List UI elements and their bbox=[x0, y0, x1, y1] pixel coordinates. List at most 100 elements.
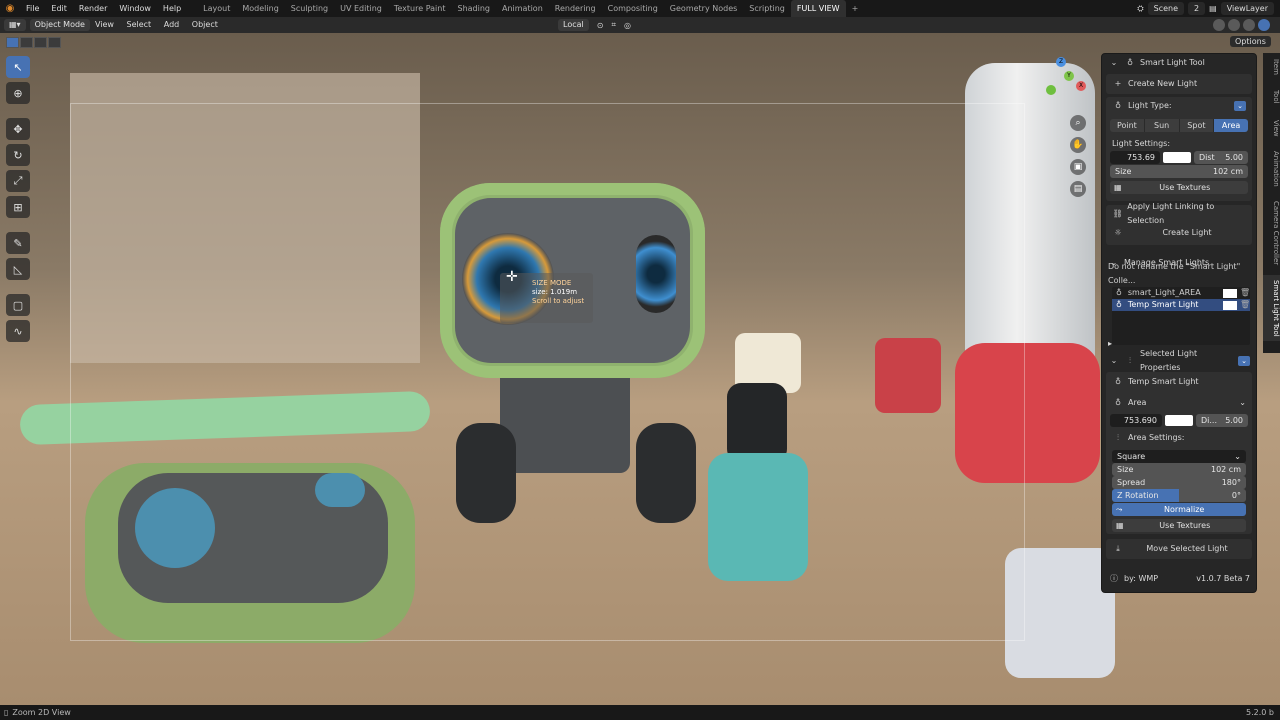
curve-tool-icon[interactable]: ∿ bbox=[6, 320, 30, 342]
menu-file[interactable]: File bbox=[20, 0, 45, 17]
select-invert-icon[interactable] bbox=[48, 37, 61, 48]
light-type-sun[interactable]: Sun bbox=[1144, 119, 1180, 132]
mode-dropdown[interactable]: Object Mode bbox=[29, 19, 90, 31]
select-extend-icon[interactable] bbox=[20, 37, 33, 48]
use-textures-button-2[interactable]: ▦ Use Textures bbox=[1112, 519, 1246, 532]
select-subtract-icon[interactable] bbox=[34, 37, 47, 48]
light-type-point[interactable]: Point bbox=[1110, 119, 1145, 132]
size-field[interactable]: Size 102 cm bbox=[1110, 165, 1248, 178]
area-size-field[interactable]: Size 102 cm bbox=[1112, 463, 1246, 476]
selected-dist-field[interactable]: Di... 5.00 bbox=[1196, 414, 1248, 427]
rendered-shading-icon[interactable] bbox=[1258, 19, 1270, 31]
list-item[interactable]: ♁ smart_Light_AREA 🗑 bbox=[1112, 287, 1250, 299]
tab-layout[interactable]: Layout bbox=[197, 0, 236, 17]
chevron-down-icon[interactable]: ⌄ bbox=[1238, 356, 1250, 366]
gizmo-y-icon[interactable]: Y bbox=[1064, 71, 1074, 81]
annotate-tool-icon[interactable]: ✎ bbox=[6, 232, 30, 254]
measure-tool-icon[interactable]: ◺ bbox=[6, 258, 30, 280]
expand-arrow-icon[interactable]: ▸ bbox=[1108, 337, 1118, 351]
wireframe-shading-icon[interactable] bbox=[1213, 19, 1225, 31]
options-button[interactable]: Options bbox=[1230, 36, 1271, 47]
select-new-icon[interactable] bbox=[6, 37, 19, 48]
panel-header[interactable]: ⌄ ♁ Smart Light Tool bbox=[1108, 56, 1250, 70]
light-type-spot[interactable]: Spot bbox=[1179, 119, 1215, 132]
camera-view-icon[interactable]: ▣ bbox=[1070, 159, 1086, 175]
tab-animation-side[interactable]: Animation bbox=[1263, 147, 1280, 191]
trash-icon[interactable]: 🗑 bbox=[1240, 299, 1250, 311]
scene-field[interactable]: Scene bbox=[1147, 2, 1185, 15]
chevron-down-icon[interactable]: ⌄ bbox=[1234, 101, 1246, 111]
tab-animation[interactable]: Animation bbox=[496, 0, 549, 17]
blender-logo-icon[interactable]: ◉ bbox=[0, 0, 20, 17]
tab-texture-paint[interactable]: Texture Paint bbox=[388, 0, 452, 17]
move-selected-row[interactable]: ⤓ Move Selected Light bbox=[1112, 542, 1246, 556]
menu-window[interactable]: Window bbox=[113, 0, 157, 17]
tab-tool[interactable]: Tool bbox=[1263, 85, 1280, 109]
zoom-icon[interactable]: ⌕ bbox=[1070, 115, 1086, 131]
light-type-area[interactable]: Area bbox=[1214, 119, 1248, 132]
light-color-swatch[interactable] bbox=[1163, 152, 1191, 163]
light-color-swatch[interactable] bbox=[1223, 288, 1237, 298]
scale-tool-icon[interactable]: ⤢ bbox=[6, 170, 30, 192]
3d-viewport[interactable]: Options SIZE MODE size: 1.019m Scroll to… bbox=[0, 33, 1280, 705]
selected-props-header[interactable]: ⌄ ⫶ Selected Light Properties ⌄ bbox=[1108, 349, 1250, 372]
light-color-swatch[interactable] bbox=[1223, 300, 1237, 310]
spread-field[interactable]: Spread 180° bbox=[1112, 476, 1246, 489]
tab-camera-controller[interactable]: Camera Controller bbox=[1263, 197, 1280, 269]
menu-object[interactable]: Object bbox=[187, 20, 223, 29]
snap-icon[interactable]: ⌗ bbox=[611, 20, 616, 30]
menu-view[interactable]: View bbox=[90, 20, 119, 29]
trash-icon[interactable]: 🗑 bbox=[1240, 287, 1250, 299]
gizmo-z-icon[interactable]: Z bbox=[1056, 57, 1066, 67]
tab-full-view[interactable]: FULL VIEW bbox=[790, 0, 846, 17]
apply-linking-row[interactable]: ⛓ Apply Light Linking to Selection bbox=[1112, 202, 1246, 225]
rotate-tool-icon[interactable]: ↻ bbox=[6, 144, 30, 166]
scene-count[interactable]: 2 bbox=[1188, 2, 1206, 15]
tab-rendering[interactable]: Rendering bbox=[549, 0, 602, 17]
gizmo-neg-y-icon[interactable] bbox=[1046, 85, 1056, 95]
pan-hand-icon[interactable]: ✋ bbox=[1070, 137, 1086, 153]
tab-smart-light-tool[interactable]: Smart Light Tool bbox=[1263, 275, 1280, 341]
solid-shading-icon[interactable] bbox=[1228, 19, 1240, 31]
move-tool-icon[interactable]: ✥ bbox=[6, 118, 30, 140]
collapse-icon[interactable]: ⌄ bbox=[1108, 56, 1120, 70]
navigation-gizmo[interactable]: Z Y X bbox=[1040, 57, 1090, 107]
add-workspace-icon[interactable]: + bbox=[846, 0, 865, 17]
tab-compositing[interactable]: Compositing bbox=[602, 0, 664, 17]
transform-tool-icon[interactable]: ⊞ bbox=[6, 196, 30, 218]
selected-color-swatch[interactable] bbox=[1165, 415, 1193, 426]
tab-modeling[interactable]: Modeling bbox=[236, 0, 284, 17]
create-light-row[interactable]: ☼ Create Light bbox=[1112, 226, 1246, 240]
lock-icon[interactable]: ▤ bbox=[1070, 181, 1086, 197]
selected-type-row[interactable]: ♁ Area ⌄ bbox=[1112, 396, 1246, 410]
shape-dropdown[interactable]: Square ⌄ bbox=[1112, 450, 1246, 463]
z-rotation-slider[interactable]: Z Rotation 0° bbox=[1112, 489, 1246, 502]
menu-add[interactable]: Add bbox=[159, 20, 185, 29]
view-layer-field[interactable]: ViewLayer bbox=[1220, 2, 1274, 15]
menu-edit[interactable]: Edit bbox=[45, 0, 73, 17]
tab-shading[interactable]: Shading bbox=[451, 0, 496, 17]
menu-select[interactable]: Select bbox=[122, 20, 157, 29]
tab-geometry-nodes[interactable]: Geometry Nodes bbox=[664, 0, 743, 17]
dist-field[interactable]: Dist 5.00 bbox=[1194, 151, 1248, 164]
collapse-icon[interactable]: ⌄ bbox=[1108, 354, 1120, 368]
tab-uv-editing[interactable]: UV Editing bbox=[334, 0, 388, 17]
editor-type-dropdown[interactable]: ▦▾ bbox=[4, 19, 26, 31]
normalize-toggle[interactable]: ⤳ Normalize bbox=[1112, 503, 1246, 516]
gizmo-x-icon[interactable]: X bbox=[1076, 81, 1086, 91]
use-textures-button[interactable]: ▦ Use Textures bbox=[1110, 181, 1248, 194]
list-item[interactable]: ♁ Temp Smart Light 🗑 bbox=[1112, 299, 1250, 311]
transform-orientation-dropdown[interactable]: Local bbox=[558, 19, 589, 31]
add-cube-tool-icon[interactable]: ▢ bbox=[6, 294, 30, 316]
menu-render[interactable]: Render bbox=[73, 0, 113, 17]
cursor-tool-icon[interactable]: ⊕ bbox=[6, 82, 30, 104]
material-shading-icon[interactable] bbox=[1243, 19, 1255, 31]
pivot-icon[interactable]: ⊙ bbox=[597, 21, 604, 30]
menu-help[interactable]: Help bbox=[157, 0, 187, 17]
selected-power-field[interactable]: 753.690 bbox=[1110, 414, 1162, 427]
tab-item[interactable]: Item bbox=[1263, 55, 1280, 79]
tab-scripting[interactable]: Scripting bbox=[743, 0, 791, 17]
power-field[interactable]: 753.69 bbox=[1110, 151, 1160, 164]
proportional-icon[interactable]: ◎ bbox=[624, 21, 631, 30]
tab-view[interactable]: View bbox=[1263, 115, 1280, 141]
